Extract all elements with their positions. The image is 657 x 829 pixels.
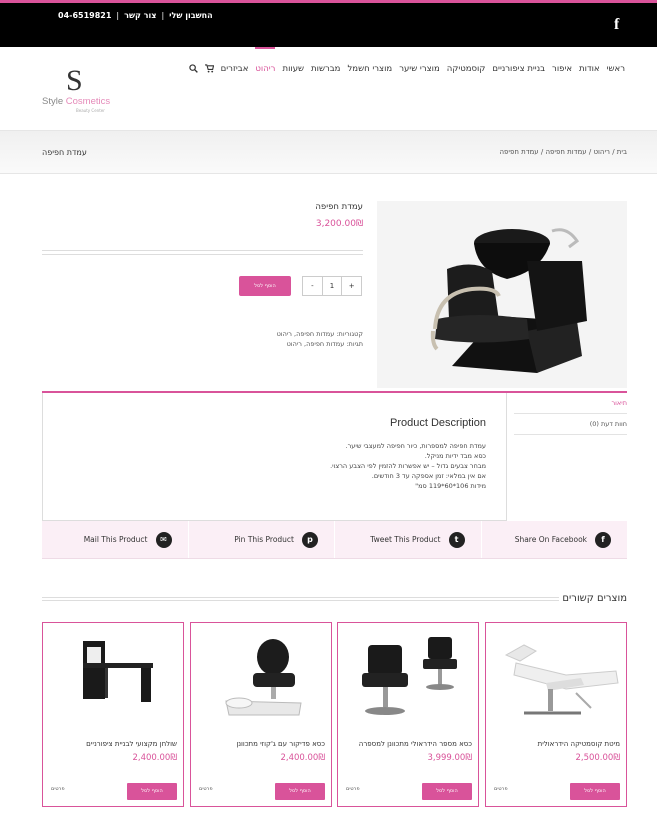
related-products-header: מוצרים קשורים <box>42 593 627 605</box>
product-thumbnail[interactable] <box>486 623 626 728</box>
cart-icon[interactable] <box>204 64 214 76</box>
product-tags[interactable]: תגיות: עמדות חפיפה, ריהוט <box>277 339 363 349</box>
page-title-bar: עמדת חפיפה בית / ריהוט / עמדות חפיפה / ע… <box>0 130 657 174</box>
product-price: 2,400.00₪ <box>132 753 177 763</box>
twitter-share-button[interactable]: Tweet This Product t <box>335 521 482 558</box>
product-thumbnail[interactable] <box>43 623 183 728</box>
tab-panel-description: Product Description עמדת חפיפה למספרות, … <box>42 393 507 521</box>
contact-link[interactable]: צור קשר <box>124 11 156 20</box>
related-products-title: מוצרים קשורים <box>562 593 627 604</box>
my-account-link[interactable]: החשבון שלי <box>169 11 212 20</box>
search-icon[interactable] <box>188 64 198 76</box>
nav-item-home[interactable]: ראשי <box>607 64 625 76</box>
add-to-cart-button[interactable]: הוסף לסל <box>275 783 325 800</box>
description-heading: Product Description <box>390 417 486 429</box>
top-bar: 04-6519821 | צור קשר | החשבון שלי f <box>0 0 657 47</box>
nav-item-nails[interactable]: בניית ציפורניים <box>492 64 545 76</box>
facebook-icon: f <box>595 531 611 548</box>
logo-subtitle: Beauty Center <box>76 108 105 113</box>
details-link[interactable]: פרטים <box>346 786 360 792</box>
separator: | <box>161 11 165 20</box>
twitter-share-label: Tweet This Product <box>370 535 441 544</box>
related-product-card[interactable]: כסא פדיקור עם ג'קוזי מתכוונן 2,400.00₪ ה… <box>190 622 332 807</box>
add-to-cart-button[interactable]: הוסף לסל <box>239 276 291 296</box>
product-name[interactable]: שולחן מקצועי לבניית ציפורניים <box>86 740 177 748</box>
add-to-cart-button[interactable]: הוסף לסל <box>422 783 472 800</box>
nav-item-furniture[interactable]: ריהוט <box>255 47 276 76</box>
qty-minus-button[interactable]: - <box>303 277 323 295</box>
qty-input[interactable]: 1 <box>323 277 343 295</box>
quantity-stepper: - 1 + <box>302 276 362 296</box>
facebook-icon[interactable]: f <box>614 16 619 34</box>
separator: | <box>116 11 120 20</box>
phone-number: 04-6519821 <box>58 11 112 20</box>
nav-item-hair-products[interactable]: מוצרי שיער <box>399 64 440 76</box>
add-to-cart-button[interactable]: הוסף לסל <box>127 783 177 800</box>
product-name[interactable]: כסא פדיקור עם ג'קוזי מתכוונן <box>236 740 325 748</box>
divider <box>42 254 363 255</box>
product-title: עמדת חפיפה <box>315 202 363 212</box>
related-product-card[interactable]: כסא מספר הידראולי מתכוונן למספרה 3,999.0… <box>337 622 479 807</box>
breadcrumb[interactable]: בית / ריהוט / עמדות חפיפה / עמדת חפיפה <box>499 148 627 156</box>
product-categories[interactable]: קטגוריות: עמדות חפיפה, ריהוט <box>277 329 363 339</box>
logo-name: Style Cosmetics <box>42 96 111 107</box>
details-link[interactable]: פרטים <box>51 786 65 792</box>
mail-share-label: Mail This Product <box>83 535 148 544</box>
pinterest-share-button[interactable]: Pin This Product p <box>189 521 335 558</box>
nav-item-wax[interactable]: שעוות <box>282 64 304 76</box>
top-links: 04-6519821 | צור קשר | החשבון שלי <box>58 11 213 20</box>
related-product-card[interactable]: שולחן מקצועי לבניית ציפורניים 2,400.00₪ … <box>42 622 184 807</box>
main-navigation: ראשי אודות איפור בניית ציפורניים קוסמטיק… <box>188 47 625 76</box>
site-logo[interactable]: S Style Cosmetics Beauty Center <box>42 64 122 116</box>
facebook-share-button[interactable]: Share On Facebook f <box>482 521 628 558</box>
mail-icon: ✉ <box>155 531 172 548</box>
related-product-card[interactable]: מיטת קוסמטיקה הידראולית 2,500.00₪ הוסף ל… <box>485 622 627 807</box>
pinterest-icon: p <box>302 531 318 548</box>
divider <box>42 597 559 601</box>
page-title: עמדת חפיפה <box>42 148 87 157</box>
facebook-share-label: Share On Facebook <box>514 535 587 544</box>
qty-plus-button[interactable]: + <box>342 277 361 295</box>
pinterest-share-label: Pin This Product <box>234 535 294 544</box>
social-share-bar: Mail This Product ✉ Pin This Product p T… <box>42 521 627 559</box>
nav-item-electric[interactable]: מוצרי חשמל <box>347 64 392 76</box>
product-name[interactable]: מיטת קוסמטיקה הידראולית <box>538 740 620 748</box>
product-price: 2,400.00₪ <box>280 753 325 763</box>
product-price: 3,200.00₪ <box>315 219 363 229</box>
nav-item-brushes[interactable]: מברשות <box>311 64 340 76</box>
product-tabs: Product Description עמדת חפיפה למספרות, … <box>42 391 627 521</box>
product-meta: קטגוריות: עמדות חפיפה, ריהוט תגיות: עמדו… <box>277 329 363 349</box>
add-to-cart-button[interactable]: הוסף לסל <box>570 783 620 800</box>
product-image[interactable] <box>377 201 627 388</box>
divider <box>42 250 363 251</box>
description-text: עמדת חפיפה למספרות, כיור חפיפה למעצבי שי… <box>330 442 486 490</box>
mail-share-button[interactable]: Mail This Product ✉ <box>42 521 189 558</box>
product-price: 2,500.00₪ <box>575 753 620 763</box>
logo-mark: S <box>66 64 83 97</box>
tab-list: תיאור חוות דעת (0) <box>514 393 627 435</box>
product-thumbnail[interactable] <box>191 623 331 728</box>
product-thumbnail[interactable] <box>338 623 478 728</box>
nav-item-accessories[interactable]: אביזרים <box>221 64 249 76</box>
nav-item-about[interactable]: אודות <box>579 64 600 76</box>
tab-description[interactable]: תיאור <box>514 393 627 414</box>
twitter-icon: t <box>448 531 465 548</box>
details-link[interactable]: פרטים <box>494 786 508 792</box>
details-link[interactable]: פרטים <box>199 786 213 792</box>
tab-reviews[interactable]: חוות דעת (0) <box>514 414 627 435</box>
product-name[interactable]: כסא מספר הידראולי מתכוונן למספרה <box>359 740 472 748</box>
nav-item-cosmetics[interactable]: קוסמטיקה <box>447 64 486 76</box>
nav-item-makeup[interactable]: איפור <box>552 64 572 76</box>
product-price: 3,999.00₪ <box>427 753 472 763</box>
